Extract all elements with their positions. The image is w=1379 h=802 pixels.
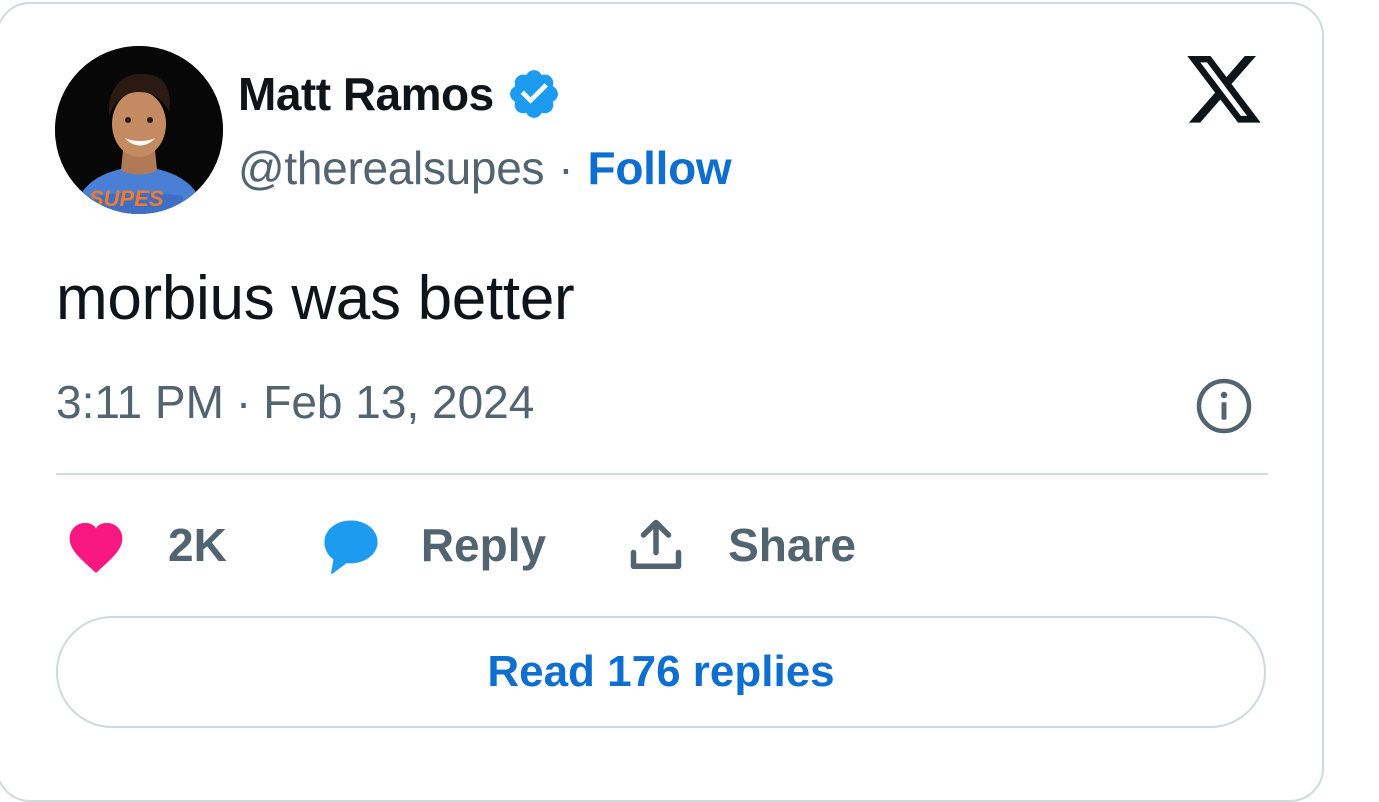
read-replies-label: Read 176 replies — [487, 647, 835, 696]
action-bar: 2K Reply Share — [64, 512, 856, 578]
speech-bubble-icon — [319, 514, 383, 576]
tweet-text: morbius was better — [56, 264, 575, 333]
author-display-name[interactable]: Matt Ramos — [238, 66, 494, 122]
avatar-image: SUPES — [55, 46, 223, 214]
verified-badge-icon — [506, 66, 562, 122]
tweet-time: 3:11 PM — [56, 376, 224, 428]
heart-icon — [64, 516, 128, 574]
tweet-timestamp[interactable]: 3:11 PM · Feb 13, 2024 — [56, 372, 534, 432]
upload-icon — [626, 514, 686, 576]
author-handle-row: @therealsupes · Follow — [238, 140, 732, 196]
divider — [56, 473, 1268, 475]
reply-button[interactable]: Reply — [319, 512, 546, 578]
share-label: Share — [728, 519, 856, 571]
like-count: 2K — [168, 519, 227, 571]
separator-dot: · — [558, 142, 574, 194]
separator-dot: · — [235, 376, 252, 428]
x-logo-icon[interactable] — [1184, 54, 1264, 128]
share-button[interactable]: Share — [626, 512, 856, 578]
author-name-row: Matt Ramos — [238, 66, 562, 122]
tweet-date: Feb 13, 2024 — [263, 376, 535, 428]
read-replies-button[interactable]: Read 176 replies — [56, 616, 1266, 728]
reply-label: Reply — [420, 519, 547, 571]
follow-link[interactable]: Follow — [588, 140, 732, 196]
author-handle[interactable]: @therealsupes — [238, 140, 545, 196]
like-button[interactable]: 2K — [64, 512, 227, 578]
info-icon[interactable] — [1194, 376, 1254, 436]
avatar[interactable]: SUPES — [55, 46, 223, 214]
